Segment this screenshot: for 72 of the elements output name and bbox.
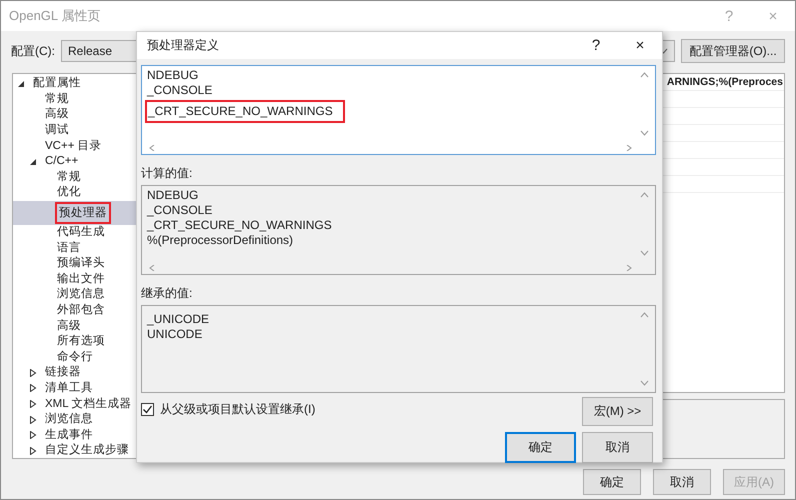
- inherit-checkbox-label: 从父级或项目默认设置继承(I): [160, 401, 316, 418]
- tree-item-label: 外部包含: [56, 303, 106, 318]
- property-value: ARNINGS;%(Preproces: [666, 76, 783, 88]
- tree-item[interactable]: 输出文件: [13, 272, 136, 288]
- tree-item-label: 常规: [44, 92, 70, 107]
- definition-line: NDEBUG: [146, 68, 200, 83]
- tree-item-label: 命令行: [56, 350, 94, 365]
- tree-item-label: 输出文件: [56, 272, 106, 287]
- tree-item[interactable]: VC++ 目录: [13, 138, 136, 154]
- config-manager-button[interactable]: 配置管理器(O)...: [681, 39, 785, 63]
- computed-line: _CRT_SECURE_NO_WARNINGS: [146, 218, 333, 233]
- tree-item[interactable]: 代码生成: [13, 224, 136, 240]
- tree-item[interactable]: 配置属性: [13, 76, 136, 92]
- dialog-button[interactable]: 确定: [583, 469, 641, 495]
- dialog-button[interactable]: 取消: [653, 469, 711, 495]
- tree-item[interactable]: 自定义生成步骤: [13, 443, 136, 458]
- tree-item[interactable]: 浏览信息: [13, 287, 136, 303]
- tree-item[interactable]: 语言: [13, 240, 136, 256]
- tree-item-label: 所有选项: [56, 334, 106, 350]
- tree-item-label: 清单工具: [44, 380, 94, 396]
- tree-item[interactable]: 预处理器: [13, 200, 136, 225]
- tree-item[interactable]: 高级: [13, 107, 136, 123]
- definitions-field[interactable]: NDEBUG _CONSOLE _CRT_SECURE_NO_WARNINGS: [141, 65, 656, 155]
- tree-item-label: 高级: [44, 107, 70, 122]
- computed-line: %(PreprocessorDefinitions): [146, 233, 294, 248]
- close-button[interactable]: ×: [618, 30, 662, 60]
- dialog-button[interactable]: 确定: [505, 432, 576, 463]
- inherited-line: UNICODE: [146, 327, 204, 342]
- tree-item-label: 常规: [56, 170, 82, 185]
- definition-line: _CONSOLE: [146, 83, 214, 98]
- tree-item-label: 预编译头: [56, 256, 106, 272]
- tree-item[interactable]: 预编译头: [13, 256, 136, 272]
- tree-item-label: 浏览信息: [56, 287, 106, 302]
- help-button[interactable]: ?: [574, 30, 618, 60]
- tree-item-label: 生成事件: [44, 428, 94, 443]
- tree-item-label: 调试: [44, 123, 70, 138]
- tree-item[interactable]: C/C++: [13, 154, 136, 170]
- tree-item-label: VC++ 目录: [44, 138, 103, 154]
- tree-item-label: 高级: [56, 318, 82, 334]
- tree-item[interactable]: 清单工具: [13, 380, 136, 396]
- tree-item[interactable]: 链接器: [13, 365, 136, 381]
- tree-item-label: 浏览信息: [44, 412, 94, 428]
- tree-item-label: 配置属性: [32, 76, 82, 92]
- tree-item-label: 优化: [56, 185, 82, 200]
- inherited-label: 继承的值:: [141, 285, 194, 302]
- tree-item[interactable]: 常规: [13, 92, 136, 108]
- computed-line: _CONSOLE: [146, 203, 214, 218]
- inherited-line: _UNICODE: [146, 312, 210, 327]
- tree-item-label: 链接器: [44, 365, 82, 380]
- tree-item-label: XML 文档生成器: [44, 396, 132, 412]
- config-label: 配置(C):: [11, 42, 55, 60]
- tree-item[interactable]: 外部包含: [13, 302, 136, 318]
- tree-item-label: 预处理器: [55, 202, 111, 224]
- macro-button[interactable]: 宏(M) >>: [582, 397, 653, 426]
- tree-item-label: 语言: [56, 240, 82, 256]
- dialog-button[interactable]: 取消: [582, 432, 653, 463]
- tree-item[interactable]: 调试: [13, 122, 136, 138]
- tree-item[interactable]: 高级: [13, 318, 136, 334]
- tree-item-label: 代码生成: [56, 225, 106, 240]
- dialog-title: 预处理器定义: [147, 37, 220, 54]
- tree-item[interactable]: 优化: [13, 185, 136, 201]
- tree-item[interactable]: 所有选项: [13, 334, 136, 350]
- tree-item[interactable]: 生成事件: [13, 427, 136, 444]
- tree-item-label: C/C++: [44, 154, 80, 170]
- tree-item[interactable]: 命令行: [13, 350, 136, 366]
- tree-item[interactable]: 浏览信息: [13, 412, 136, 428]
- tree-item[interactable]: XML 文档生成器: [13, 396, 136, 412]
- computed-line: NDEBUG: [146, 188, 200, 203]
- computed-label: 计算的值:: [141, 165, 194, 182]
- tree-item-label: 自定义生成步骤: [44, 443, 130, 458]
- tree-item[interactable]: 常规: [13, 170, 136, 186]
- window-title: OpenGL 属性页: [9, 7, 102, 25]
